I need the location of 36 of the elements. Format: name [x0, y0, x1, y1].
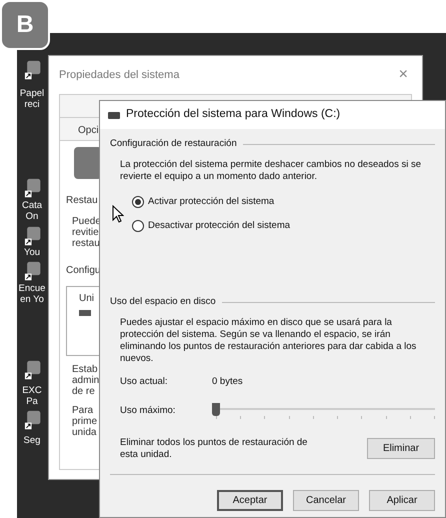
group-title: Configuración de restauración [110, 137, 237, 151]
mouse-pointer-icon [112, 205, 124, 223]
close-button[interactable]: × [398, 63, 408, 87]
delete-button[interactable]: Eliminar [367, 438, 435, 460]
section-heading: Configu [66, 264, 100, 278]
desktop-icon-label: Encue en Yo [18, 283, 46, 305]
field-value: 0 bytes [212, 374, 243, 388]
window-title: Propiedades del sistema [59, 68, 180, 83]
field-label: Uso máximo: [120, 404, 176, 418]
description-text: Eliminar todos los puntos de restauración de esta unidad. [120, 436, 308, 461]
radio-option[interactable]: Desactivar protección del sistema [132, 218, 435, 233]
dialog-button[interactable]: Aceptar [217, 490, 283, 511]
dialog-button[interactable]: Cancelar [293, 490, 359, 511]
drive-icon [79, 310, 91, 316]
desktop-icon-label: Cata On [20, 200, 44, 222]
slider-thumb[interactable] [212, 402, 220, 416]
description-text: Estab admin de re [72, 364, 100, 397]
list-header: Uni [79, 292, 94, 306]
desktop-icon-label: Seg [22, 435, 42, 446]
field-label: Uso actual: [120, 374, 169, 388]
description-text: Para prime unida [72, 405, 98, 438]
desktop-icon-label: EXC Pa [21, 385, 43, 407]
drive-icon [108, 112, 120, 118]
description-text: Puedes ajustar el espacio máximo en disco que se usará para la protección del sistema. Según se va llenando el espacio, se irán eliminando los puntos de restauración anteriores para dar cabida a los nuevos. [120, 316, 418, 364]
dialog-button[interactable]: Aplicar [369, 490, 435, 511]
dialog-title: Protección del sistema para Windows (C:) [126, 107, 340, 122]
desktop-icon-label: Papel reci [18, 88, 46, 110]
description-text: La protección del sistema permite deshacer cambios no deseados si se revierte el equipo a un momento dado anterior. [120, 159, 422, 184]
group-title: Uso del espacio en disco [110, 295, 216, 310]
step-badge: B [0, 0, 50, 50]
radio-option[interactable]: Activar protección del sistema [132, 195, 435, 210]
section-heading: Restau [66, 194, 98, 208]
radio-button[interactable] [132, 220, 144, 232]
desktop-icon-label: You [22, 247, 42, 258]
slider-track[interactable] [212, 402, 435, 419]
radio-button[interactable] [132, 196, 144, 208]
